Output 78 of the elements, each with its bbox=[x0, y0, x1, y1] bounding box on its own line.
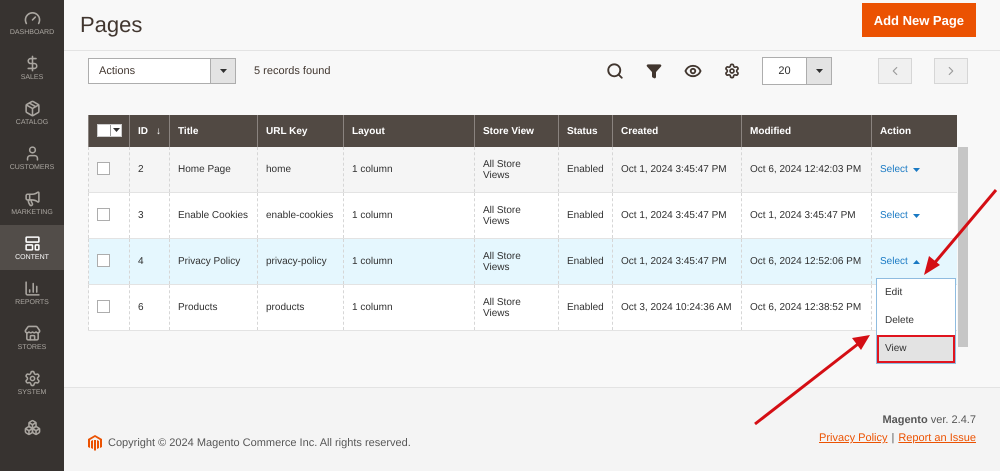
table-cell: 1 column bbox=[352, 302, 393, 313]
table-cell: 2 bbox=[138, 164, 144, 175]
filter-icon[interactable] bbox=[646, 63, 662, 79]
caret-icon bbox=[220, 69, 226, 73]
table-cell: Oct 6, 2024 12:52:06 PM bbox=[750, 256, 862, 267]
row-checkbox[interactable] bbox=[97, 162, 110, 174]
column-header[interactable]: Modified bbox=[750, 126, 792, 136]
table-cell: Home Page bbox=[178, 164, 231, 175]
table-cell: 6 bbox=[138, 302, 144, 313]
caret-icon bbox=[912, 214, 920, 218]
gear-icon bbox=[24, 370, 40, 386]
store-icon bbox=[24, 324, 40, 342]
table-cell: 3 bbox=[138, 210, 144, 221]
eye-icon[interactable] bbox=[684, 62, 702, 80]
sort-arrow-icon: ↓ bbox=[156, 126, 161, 136]
table-cell: Enabled bbox=[567, 210, 604, 221]
row-checkbox[interactable] bbox=[97, 208, 110, 220]
column-header[interactable]: Status bbox=[567, 126, 598, 136]
select-action-link[interactable]: Select bbox=[880, 256, 920, 267]
table-cell: Oct 1, 2024 3:45:47 PM bbox=[621, 256, 727, 267]
caret-icon bbox=[113, 128, 120, 132]
table-cell: Enabled bbox=[567, 302, 604, 313]
table-cell: Oct 3, 2024 10:24:36 AM bbox=[621, 302, 732, 313]
mass-select-checkbox[interactable] bbox=[97, 124, 122, 136]
version-text: Magento ver. 2.4.7 bbox=[882, 414, 976, 426]
table-cell-text: All Store Views bbox=[483, 204, 522, 226]
scrollbar[interactable] bbox=[958, 147, 968, 347]
table-cell: Oct 6, 2024 12:38:52 PM bbox=[750, 302, 862, 313]
menu-item[interactable]: View bbox=[877, 335, 955, 363]
table-cell: privacy-policy bbox=[266, 256, 327, 267]
actions-select[interactable]: Actions bbox=[88, 58, 236, 84]
table-cell-text: All Store Views bbox=[483, 158, 522, 180]
layout-icon bbox=[24, 234, 40, 252]
link-separator: | bbox=[891, 432, 894, 444]
caret-icon bbox=[912, 168, 920, 172]
bar-chart-icon bbox=[24, 280, 40, 296]
magento-logo-icon bbox=[88, 434, 102, 450]
gauge-icon bbox=[24, 10, 40, 26]
column-header[interactable]: Action bbox=[880, 126, 912, 136]
table-cell: Oct 6, 2024 12:42:03 PM bbox=[750, 164, 862, 175]
column-header[interactable]: Created bbox=[621, 126, 658, 136]
caret-icon bbox=[912, 260, 920, 264]
select-action-link[interactable]: Select bbox=[880, 164, 920, 175]
column-header[interactable]: Title bbox=[178, 126, 198, 136]
box-icon bbox=[24, 100, 40, 116]
copyright-text: Copyright © 2024 Magento Commerce Inc. All rights reserved. bbox=[108, 436, 411, 448]
row-checkbox[interactable] bbox=[97, 300, 110, 312]
table-cell: Enabled bbox=[567, 256, 604, 267]
add-new-page-button[interactable]: Add New Page bbox=[862, 3, 976, 37]
megaphone-icon bbox=[24, 190, 40, 206]
table-cell: enable-cookies bbox=[266, 210, 334, 221]
table-cell-text: All Store Views bbox=[483, 296, 522, 318]
table-cell: 1 column bbox=[352, 256, 393, 267]
per-page-select[interactable]: 20 bbox=[762, 57, 832, 85]
table-cell: home bbox=[266, 164, 292, 175]
table-cell: 4 bbox=[138, 256, 144, 267]
table-cell: Oct 1, 2024 3:45:47 PM bbox=[621, 164, 727, 175]
blocks-icon bbox=[24, 419, 40, 436]
row-checkbox[interactable] bbox=[97, 254, 110, 266]
column-header[interactable]: Layout bbox=[352, 126, 385, 136]
table-cell: Enable Cookies bbox=[178, 210, 248, 221]
table-cell: 1 column bbox=[352, 210, 393, 221]
table-cell: Oct 1, 2024 3:45:47 PM bbox=[750, 210, 856, 221]
records-count: 5 records found bbox=[254, 65, 330, 77]
search-icon[interactable] bbox=[606, 62, 624, 80]
page-title: Pages bbox=[80, 12, 142, 38]
table-cell: Privacy Policy bbox=[178, 256, 240, 267]
column-header[interactable]: ID bbox=[138, 126, 148, 136]
table-cell: Enabled bbox=[567, 164, 604, 175]
table-cell-text: All Store Views bbox=[483, 250, 522, 272]
table-cell: Oct 1, 2024 3:45:47 PM bbox=[621, 210, 727, 221]
caret-icon bbox=[816, 69, 822, 73]
table-cell: products bbox=[266, 302, 304, 313]
column-header[interactable]: URL Key bbox=[266, 126, 308, 136]
gear-icon[interactable] bbox=[724, 63, 740, 79]
table-cell: 1 column bbox=[352, 164, 393, 175]
select-action-link[interactable]: Select bbox=[880, 210, 920, 221]
table-cell: Products bbox=[178, 302, 218, 313]
